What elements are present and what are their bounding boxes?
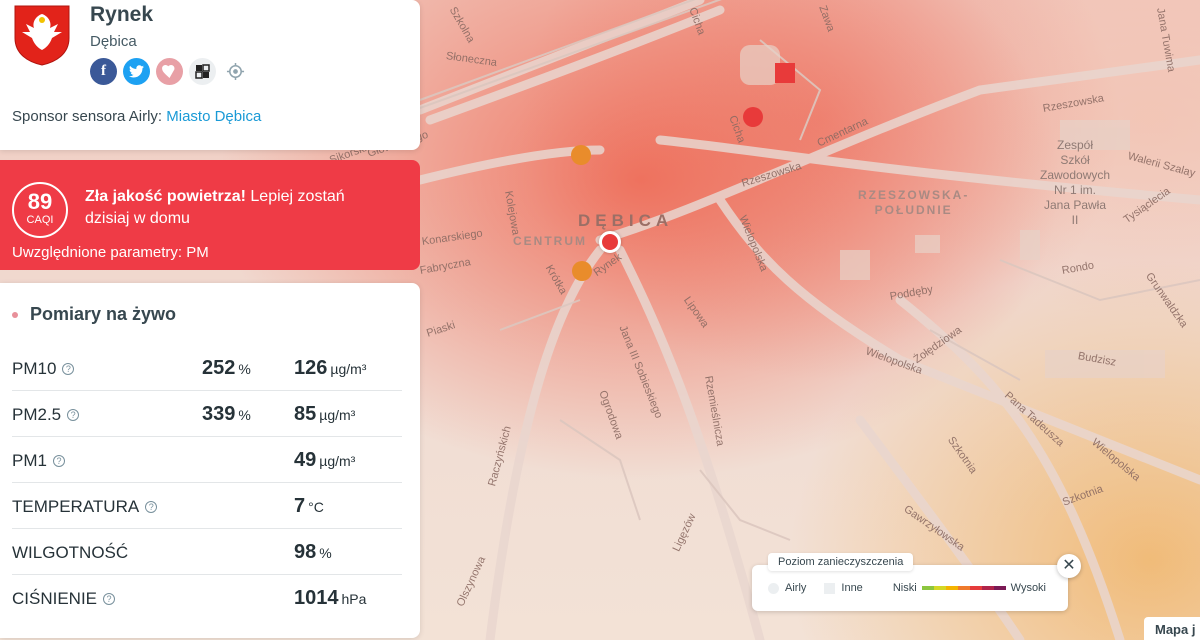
- locate-icon[interactable]: [222, 58, 249, 85]
- legend-scale-segment: [993, 586, 1006, 590]
- value-unit: %: [319, 545, 332, 561]
- twitter-icon[interactable]: [123, 58, 150, 85]
- help-icon[interactable]: ?: [62, 363, 75, 375]
- value-number: 49: [294, 449, 317, 471]
- alert-message: Zła jakość powietrza! Lepiej zostań dzis…: [85, 186, 385, 230]
- measurement-value: 49 µg/m³: [294, 449, 355, 472]
- measurement-label: WILGOTNOŚĆ: [12, 543, 128, 563]
- district-centrum-label: CENTRUM: [513, 234, 587, 248]
- measurement-row: PM1? 49 µg/m³: [12, 437, 402, 483]
- value-number: 85: [294, 403, 317, 425]
- legend-close-icon[interactable]: ✕: [1057, 554, 1081, 578]
- alert-params: Uwzględnione parametry: PM: [12, 244, 209, 261]
- sponsor-link[interactable]: Miasto Dębica: [166, 108, 261, 125]
- location-card: Rynek Dębica f Sponsor sensora Airly: Mi…: [0, 0, 420, 150]
- measurement-value: 126 µg/m³: [294, 357, 366, 380]
- value-number: 98: [294, 541, 317, 563]
- value-unit: µg/m³: [330, 361, 367, 377]
- sensor-marker[interactable]: [743, 107, 763, 127]
- measurement-name: PM2.5: [12, 405, 62, 424]
- measurement-label: PM10?: [12, 359, 75, 379]
- pollution-legend: Poziom zanieczyszczenia ✕ Airly Inne Nis…: [752, 553, 1081, 611]
- measurement-name: CIŚNIENIE: [12, 589, 98, 608]
- measurements-table: PM10? 252% 126 µg/m³ PM2.5? 339% 85 µg/m³ PM1? 49…: [12, 345, 402, 621]
- sensor-marker-square[interactable]: [775, 63, 795, 83]
- measurement-value: 85 µg/m³: [294, 403, 355, 426]
- legend-title: Poziom zanieczyszczenia: [768, 553, 914, 571]
- airly-marker-icon: [768, 582, 779, 594]
- measurement-name: PM10: [12, 359, 57, 378]
- legend-scale-bar: [921, 586, 1006, 590]
- measurement-row: PM10? 252% 126 µg/m³: [12, 345, 402, 391]
- help-icon[interactable]: ?: [52, 455, 65, 467]
- share-icons: f: [90, 58, 249, 85]
- value-unit: µg/m³: [319, 453, 356, 469]
- sensor-marker[interactable]: [572, 261, 592, 281]
- help-icon[interactable]: ?: [103, 593, 116, 605]
- percent-unit: %: [238, 407, 251, 423]
- sensor-marker[interactable]: [571, 145, 591, 165]
- legend-scale-segment: [945, 586, 958, 590]
- alert-message-bold: Zła jakość powietrza!: [85, 188, 246, 205]
- measurement-name: WILGOTNOŚĆ: [12, 543, 129, 562]
- measurement-value: 7 °C: [294, 495, 324, 518]
- help-icon[interactable]: ?: [145, 501, 158, 513]
- legend-high: Wysoki: [1010, 582, 1047, 594]
- other-marker-icon: [824, 582, 836, 594]
- value-number: 126: [294, 357, 328, 379]
- measurement-value: 98%: [294, 541, 332, 564]
- legend-airly: Airly: [785, 582, 807, 594]
- measurement-percent: 252%: [202, 357, 251, 380]
- sponsor-prefix: Sponsor sensora Airly:: [12, 108, 163, 125]
- value-unit: µg/m³: [319, 407, 356, 423]
- caqi-unit: CAQI: [26, 214, 54, 226]
- measurement-row: WILGOTNOŚĆ 98%: [12, 529, 402, 575]
- value-unit: hPa: [341, 591, 367, 607]
- qr-code-icon[interactable]: [189, 58, 216, 85]
- sponsor-info: Sponsor sensora Airly: Miasto Dębica: [12, 108, 261, 125]
- value-unit: °C: [308, 499, 324, 515]
- favorite-icon[interactable]: [156, 58, 183, 85]
- school-label: Zespół Szkół Zawodowych Nr 1 im. Jana Pa…: [1040, 138, 1111, 227]
- live-dot-icon: [12, 312, 18, 318]
- measurement-name: PM1: [12, 451, 47, 470]
- legend-items: Airly Inne Niski Wysoki: [768, 582, 1046, 594]
- measurement-row: PM2.5? 339% 85 µg/m³: [12, 391, 402, 437]
- facebook-icon[interactable]: f: [90, 58, 117, 85]
- measurements-card: Pomiary na żywo PM10? 252% 126 µg/m³ PM2.5? 3…: [0, 283, 420, 638]
- percent-value: 339: [202, 403, 236, 425]
- air-quality-alert: 89 CAQI Zła jakość powietrza! Lepiej zos…: [0, 160, 420, 270]
- city-coat-of-arms: [14, 5, 70, 66]
- legend-scale-segment: [969, 586, 982, 590]
- district-south-label: RZESZOWSKA- POŁUDNIE: [858, 188, 970, 217]
- caqi-value: 89: [27, 189, 53, 214]
- city-label: DĘBICA: [578, 211, 674, 230]
- measurement-row: CIŚNIENIE? 1014 hPa: [12, 575, 402, 621]
- measurement-name: TEMPERATURA: [12, 497, 140, 516]
- caqi-badge: 89 CAQI: [12, 182, 68, 238]
- measurements-title: Pomiary na żywo: [30, 304, 177, 324]
- measurement-percent: 339%: [202, 403, 251, 426]
- location-title: Rynek: [90, 3, 154, 26]
- help-icon[interactable]: ?: [67, 409, 80, 421]
- measurement-row: TEMPERATURA? 7 °C: [12, 483, 402, 529]
- measurement-label: PM1?: [12, 451, 65, 471]
- legend-low: Niski: [892, 582, 917, 594]
- map-link[interactable]: Mapa j: [1144, 617, 1200, 640]
- legend-scale-segment: [981, 586, 994, 590]
- legend-scale-segment: [933, 586, 946, 590]
- value-number: 1014: [294, 587, 339, 609]
- percent-unit: %: [238, 361, 251, 377]
- selected-sensor-marker[interactable]: [599, 231, 621, 253]
- legend-scale-segment: [921, 586, 934, 590]
- legend-scale-segment: [957, 586, 970, 590]
- measurement-label: CIŚNIENIE?: [12, 589, 116, 609]
- location-city: Dębica: [90, 33, 137, 50]
- measurement-label: PM2.5?: [12, 405, 80, 425]
- percent-value: 252: [202, 357, 236, 379]
- legend-other: Inne: [841, 582, 863, 594]
- measurement-label: TEMPERATURA?: [12, 497, 158, 517]
- value-number: 7: [294, 495, 306, 517]
- measurement-value: 1014 hPa: [294, 587, 366, 610]
